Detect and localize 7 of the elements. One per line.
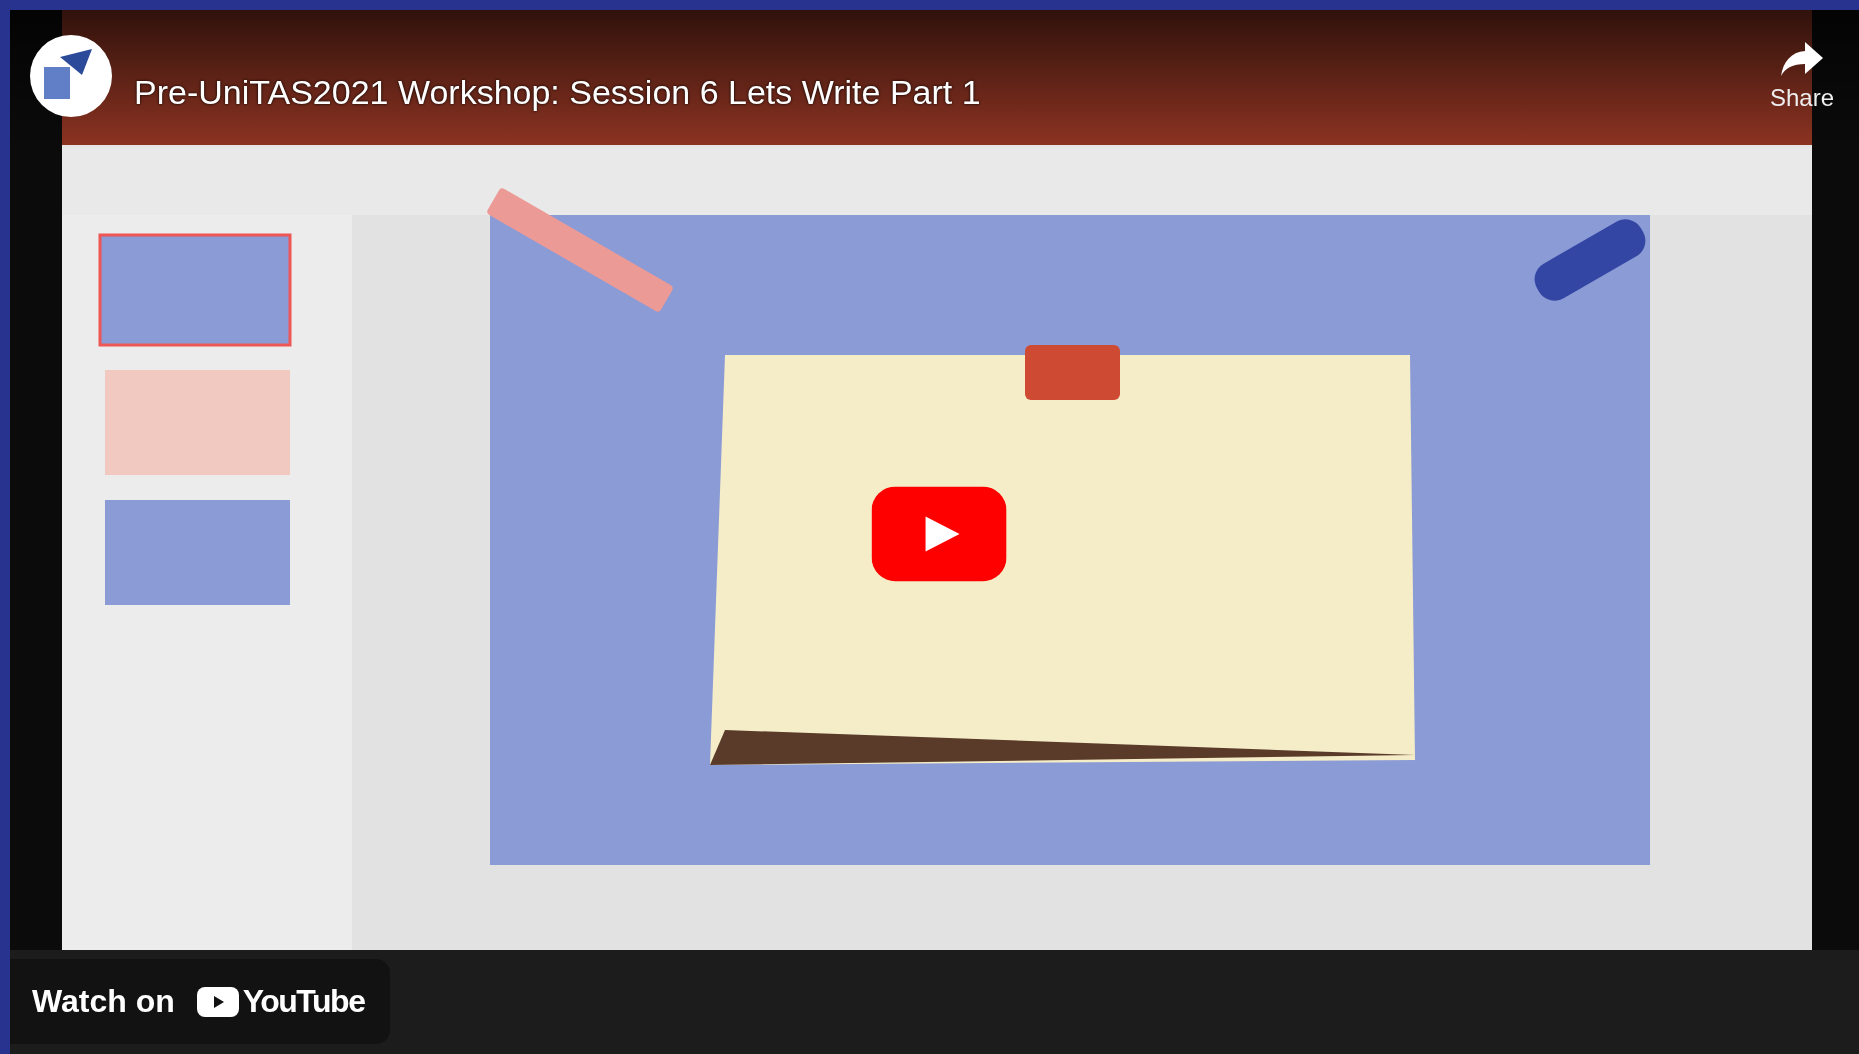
play-logo-icon	[196, 986, 239, 1017]
share-icon	[1778, 40, 1825, 78]
channel-logo-icon[interactable]	[30, 35, 112, 117]
video-title[interactable]: Pre-UniTAS2021 Workshop: Session 6 Lets Write Part 1	[134, 73, 981, 112]
share-button[interactable]: Share	[1769, 40, 1834, 112]
watch-on-youtube-button[interactable]: Watch on YouTube	[10, 959, 391, 1044]
play-button[interactable]	[871, 486, 1007, 582]
